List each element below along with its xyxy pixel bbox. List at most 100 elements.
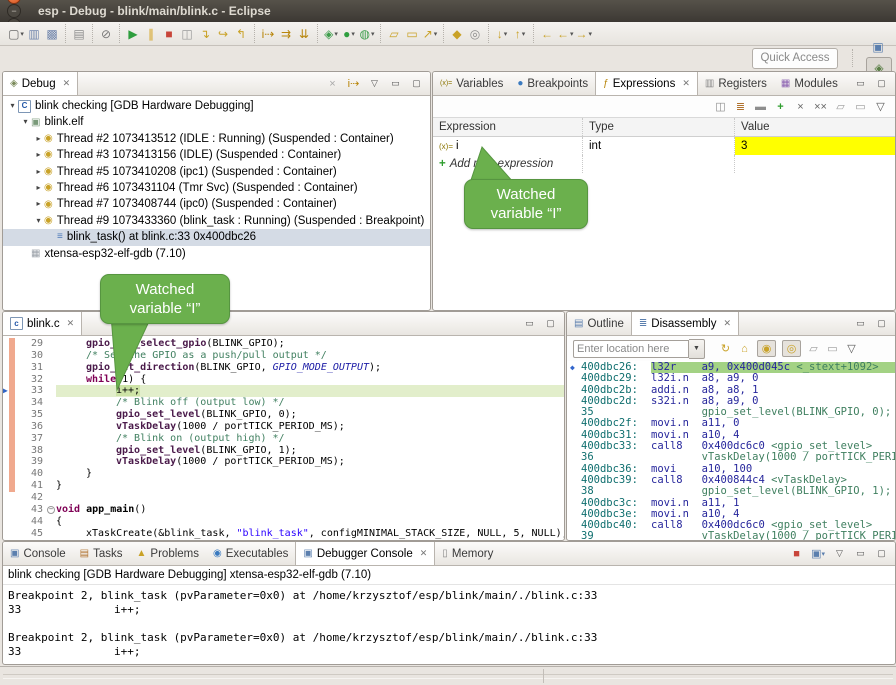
- external-tools-button-dropdown-icon[interactable]: ▾: [371, 30, 375, 38]
- close-tab-icon[interactable]: ✕: [723, 318, 731, 329]
- next-annotation-button[interactable]: ↓▾: [494, 25, 510, 43]
- code-line-37[interactable]: 37/* Blink on (output high) */: [3, 433, 564, 445]
- new-wizard-button-dropdown-icon[interactable]: ▾: [20, 30, 24, 38]
- save-button[interactable]: ▥: [26, 25, 42, 43]
- collapse-all-icon[interactable]: ▬: [754, 99, 767, 114]
- track-expression-icon[interactable]: ◉: [757, 340, 776, 357]
- remove-expression-icon[interactable]: ×: [794, 99, 807, 114]
- run-button-dropdown-icon[interactable]: ▾: [351, 30, 355, 38]
- debug-tree-row[interactable]: ▸◉Thread #7 1073408744 (ipc0) (Suspended…: [3, 196, 430, 212]
- terminate-console-icon[interactable]: ■: [790, 546, 803, 561]
- debug-tree-row[interactable]: ▾Cblink checking [GDB Hardware Debugging…: [3, 98, 430, 114]
- view-menu-icon[interactable]: ▽: [874, 99, 887, 114]
- maximize-view-icon[interactable]: ▢: [544, 316, 557, 331]
- add-expression-row[interactable]: +Add new expression: [433, 155, 895, 173]
- home-icon[interactable]: ⌂: [738, 341, 751, 356]
- location-dropdown-icon[interactable]: ▼: [689, 339, 705, 359]
- display-selected-console-icon[interactable]: ▣▾: [811, 546, 825, 561]
- instruction-stepping-button[interactable]: i⇢: [260, 25, 276, 43]
- code-line-30[interactable]: 30/* Set the GPIO as a push/pull output …: [3, 350, 564, 362]
- expr-tab-registers[interactable]: ▥Registers: [698, 72, 774, 95]
- expr-tab-variables[interactable]: (x)=Variables: [433, 72, 510, 95]
- new-wizard-button[interactable]: ▢▾: [8, 25, 24, 43]
- add-expression-icon[interactable]: +: [774, 99, 787, 114]
- show-source-lookup-button[interactable]: ⇉: [278, 25, 294, 43]
- next-annotation-button-dropdown-icon[interactable]: ▾: [504, 30, 508, 38]
- code-line-36[interactable]: 36vTaskDelay(1000 / portTICK_PERIOD_MS);: [3, 421, 564, 433]
- debug-tree-row[interactable]: ▸◉Thread #5 1073410208 (ipc1) (Suspended…: [3, 164, 430, 180]
- step-into-button[interactable]: ↴: [197, 25, 213, 43]
- console-tab-console[interactable]: ▣Console: [3, 542, 73, 565]
- skip-all-breakpoints-button[interactable]: ⊘: [98, 25, 114, 43]
- view-menu-icon[interactable]: ▽: [845, 341, 858, 356]
- disasm-instruction-line[interactable]: 400dbc2d:s32i.n a8, a9, 0: [570, 396, 895, 407]
- console-tab-executables[interactable]: ◉Executables: [206, 542, 295, 565]
- minimize-view-icon[interactable]: ▭: [854, 76, 867, 91]
- forward-button-dropdown-icon[interactable]: ▾: [589, 30, 593, 38]
- disasm-instruction-line[interactable]: 400dbc33:call8 0x400dc6c0 <gpio_set_leve…: [570, 441, 895, 452]
- column-header-value[interactable]: Value: [735, 118, 895, 136]
- flash-launch-button-dropdown-icon[interactable]: ▾: [434, 30, 438, 38]
- close-tab-icon[interactable]: ✕: [63, 78, 71, 89]
- instruction-stepping-mode-icon[interactable]: i⇢: [347, 76, 360, 91]
- minimize-view-icon[interactable]: ▭: [523, 316, 536, 331]
- maximize-view-icon[interactable]: ▢: [875, 76, 888, 91]
- expression-value-cell[interactable]: 3: [735, 137, 895, 155]
- view-menu-icon[interactable]: ▽: [368, 76, 381, 91]
- expression-row[interactable]: (x)=iint3: [433, 137, 895, 155]
- cpp-perspective-button[interactable]: ▣: [866, 37, 890, 57]
- show-type-names-icon[interactable]: ◫: [714, 99, 727, 114]
- tree-expander-icon[interactable]: ▸: [33, 164, 44, 180]
- console-tab-memory[interactable]: ▯Memory: [435, 542, 500, 565]
- code-line-41[interactable]: 41}: [3, 480, 564, 492]
- debug-tree-row[interactable]: ▾▣blink.elf: [3, 114, 430, 130]
- code-line-31[interactable]: 31gpio_set_direction(BLINK_GPIO, GPIO_MO…: [3, 362, 564, 374]
- expr-tab-breakpoints[interactable]: ●Breakpoints: [510, 72, 595, 95]
- back-button[interactable]: ←▾: [557, 25, 574, 43]
- coverage-button[interactable]: ◎: [467, 25, 483, 43]
- disasm-instruction-line[interactable]: 400dbc29:l32i.n a8, a9, 0: [570, 373, 895, 384]
- format-brush-button[interactable]: ◆: [449, 25, 465, 43]
- tree-expander-icon[interactable]: ▸: [33, 196, 44, 212]
- suspend-button[interactable]: ∥: [143, 25, 159, 43]
- resume-button[interactable]: ▶: [125, 25, 141, 43]
- quick-access-button[interactable]: Quick Access: [752, 48, 838, 69]
- remove-all-terminated-icon[interactable]: ×: [326, 76, 339, 91]
- refresh-icon[interactable]: ↻: [719, 341, 732, 356]
- new-view-icon[interactable]: ▱: [834, 99, 847, 114]
- tree-expander-icon[interactable]: ▸: [33, 180, 44, 196]
- code-line-29[interactable]: 29gpio_pad_select_gpio(BLINK_GPIO);: [3, 338, 564, 350]
- minimize-window-button[interactable]: −: [7, 4, 21, 18]
- display-selected-console-icon-dropdown[interactable]: ▾: [821, 550, 825, 558]
- remove-all-expressions-icon[interactable]: ××: [814, 99, 827, 114]
- save-all-button[interactable]: ▩: [44, 25, 60, 43]
- disconnect-button[interactable]: ◫: [179, 25, 195, 43]
- sync-context-icon[interactable]: ◎: [782, 340, 801, 357]
- debug-tree-row[interactable]: ▸◉Thread #3 1073413156 (IDLE) (Suspended…: [3, 147, 430, 163]
- minimize-view-icon[interactable]: ▭: [389, 76, 402, 91]
- debug-tree-row[interactable]: ▸◉Thread #6 1073431104 (Tmr Svc) (Suspen…: [3, 180, 430, 196]
- forward-button[interactable]: →▾: [576, 25, 593, 43]
- code-line-45[interactable]: 45xTaskCreate(&blink_task, "blink_task",…: [3, 528, 564, 540]
- expr-tab-expressions[interactable]: ƒExpressions✕: [595, 72, 698, 95]
- tree-expander-icon[interactable]: ▸: [33, 147, 44, 163]
- editor-tab-blink.c[interactable]: cblink.c✕: [3, 312, 82, 335]
- show-logical-structure-icon[interactable]: ≣: [734, 99, 747, 114]
- flash-launch-button[interactable]: ↗▾: [422, 25, 438, 43]
- close-tab-icon[interactable]: ✕: [420, 548, 428, 559]
- new-project-button[interactable]: ▱: [386, 25, 402, 43]
- code-line-38[interactable]: 38gpio_set_level(BLINK_GPIO, 1);: [3, 445, 564, 457]
- last-edit-location-button[interactable]: ←: [539, 25, 555, 43]
- minimize-view-icon[interactable]: ▭: [854, 316, 867, 331]
- column-header-type[interactable]: Type: [583, 118, 735, 136]
- drop-to-frame-button[interactable]: ⇊: [296, 25, 312, 43]
- disasm-source-line[interactable]: 36 vTaskDelay(1000 / portTICK_PERI: [570, 452, 895, 463]
- new-view-icon[interactable]: ▱: [807, 341, 820, 356]
- print-button[interactable]: ▤: [71, 25, 87, 43]
- debug-tree-row[interactable]: ▾◉Thread #9 1073433360 (blink_task : Run…: [3, 213, 430, 229]
- code-line-33[interactable]: ▶33i++;: [3, 385, 564, 397]
- console-tab-debugger-console[interactable]: ▣Debugger Console✕: [295, 542, 435, 565]
- console-tab-tasks[interactable]: ▤Tasks: [73, 542, 130, 565]
- maximize-view-icon[interactable]: ▢: [875, 546, 888, 561]
- code-line-43[interactable]: 43−void app_main(): [3, 504, 564, 516]
